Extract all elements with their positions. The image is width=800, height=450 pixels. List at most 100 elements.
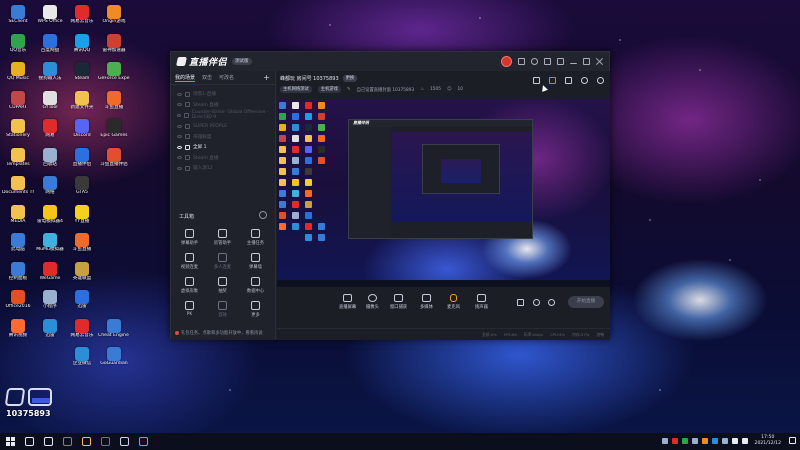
edit-icon[interactable]: ✎ <box>347 87 351 92</box>
scene-item[interactable]: Counter-Strike: Global Offensive - Direc… <box>177 110 271 121</box>
lock-icon[interactable] <box>185 123 190 129</box>
desktop-icon[interactable]: MuMu模拟器 <box>34 232 66 261</box>
desktop-icon[interactable]: Templates <box>2 147 34 176</box>
minimize-icon[interactable] <box>570 60 577 64</box>
desktop-icon[interactable]: Documents Themes 14 <box>2 175 34 204</box>
tray-icon[interactable] <box>661 437 668 444</box>
lock-icon[interactable] <box>185 165 190 171</box>
lock-icon[interactable] <box>184 112 189 118</box>
scene-item[interactable]: 场景1-直播 <box>177 89 271 100</box>
tray-icon[interactable] <box>731 437 738 444</box>
desktop-icon[interactable]: Discord <box>66 118 98 147</box>
lock-icon[interactable] <box>185 91 190 97</box>
desktop-icon[interactable]: 斗鱼直播 <box>66 232 98 261</box>
tray-icon[interactable] <box>711 437 718 444</box>
share-icon[interactable] <box>597 77 604 84</box>
desktop-icon[interactable]: 英雄联盟 <box>66 261 98 290</box>
source-window-button[interactable]: 窗口捕获 <box>390 294 407 310</box>
change-room-button[interactable]: 更换 <box>342 75 358 82</box>
scene-item[interactable]: Steam 直播 <box>177 153 271 164</box>
eye-icon[interactable] <box>177 156 182 160</box>
desktop-icon[interactable]: GeForce Experience <box>98 61 130 90</box>
desktop-icon[interactable]: 此电脑 <box>2 232 34 261</box>
desktop-icon[interactable]: Office2016 <box>2 289 34 318</box>
speaker-button[interactable]: 扬声器 <box>475 294 488 310</box>
eye-icon[interactable] <box>177 124 182 128</box>
screenshot-icon[interactable] <box>565 77 572 84</box>
desktop-icon[interactable]: 迅雷 <box>66 289 98 318</box>
version-badge[interactable]: 测试版 <box>232 58 252 65</box>
scene-item[interactable]: Steam 直播 <box>177 100 271 111</box>
desktop-icon[interactable]: WPS Office <box>34 4 66 33</box>
add-scene-button[interactable]: + <box>263 73 270 82</box>
lock-icon[interactable] <box>185 134 190 140</box>
desktop-icon[interactable]: 雷电模拟器4 <box>34 204 66 233</box>
desktop-icon[interactable]: CUPART <box>2 90 34 119</box>
scene-item[interactable]: SUPER PEOPLE <box>177 121 271 132</box>
desktop-icon[interactable]: 网易云音乐 <box>66 4 98 33</box>
tool-button[interactable]: 弹幕墙 <box>239 253 272 277</box>
desktop-icon[interactable]: 网易 <box>34 118 66 147</box>
notice-bar[interactable]: 礼包任务、点歌和多功能开放中，看看再说 <box>175 330 273 336</box>
record-icon[interactable] <box>517 299 524 306</box>
desktop-icon[interactable]: Steam <box>66 61 98 90</box>
tray-icon[interactable] <box>671 437 678 444</box>
lock-icon[interactable] <box>185 155 190 161</box>
layout-icon[interactable] <box>533 77 540 84</box>
tag-pill[interactable]: 主机网络测试 <box>280 86 312 93</box>
source-screen-button[interactable]: 直播屏幕 <box>339 294 356 310</box>
user-avatar[interactable] <box>501 56 512 67</box>
scene-item[interactable]: 输入源12 <box>177 163 271 174</box>
close-icon[interactable] <box>596 58 603 65</box>
start-icon[interactable] <box>6 437 15 446</box>
notification-icon[interactable] <box>789 437 796 445</box>
desktop-icon[interactable]: SEClient <box>2 4 34 33</box>
desktop-icon[interactable]: GoGuardian <box>98 346 130 375</box>
stream-preview[interactable]: 直播伴侣 <box>277 99 610 287</box>
search-icon[interactable] <box>25 437 34 446</box>
message-icon[interactable] <box>544 58 551 65</box>
clock[interactable]: 17:50 2021/12/12 <box>755 435 781 446</box>
desktop-icon[interactable]: Cheat Engine 7.2 <box>98 318 130 347</box>
gift-icon[interactable] <box>518 58 525 65</box>
help-icon[interactable] <box>531 58 538 65</box>
app-icon[interactable] <box>139 437 148 446</box>
tool-button[interactable]: 主播任务 <box>239 229 272 253</box>
desktop-icon[interactable]: QQ音乐 <box>2 33 34 62</box>
desktop-icon[interactable]: 直播伴侣 <box>66 147 98 176</box>
tool-button[interactable]: 音效 <box>206 301 239 325</box>
source-media-button[interactable]: 多媒体 <box>420 294 433 310</box>
tray-icon[interactable] <box>691 437 698 444</box>
desktop-icon[interactable]: 斗鱼直播伴侣 <box>98 147 130 176</box>
tool-button[interactable]: 视频连麦 <box>173 253 206 277</box>
desktop-icon[interactable]: Stationery <box>2 118 34 147</box>
desktop-icon[interactable]: 企业微信 <box>66 346 98 375</box>
desktop-icon[interactable]: 迅雷 <box>34 318 66 347</box>
task-view-icon[interactable] <box>44 437 53 446</box>
desktop-icon[interactable]: MEDIA <box>2 204 34 233</box>
tray-icon[interactable] <box>741 437 748 444</box>
tray-icon[interactable] <box>701 437 708 444</box>
desktop-icon[interactable]: 控制面板 <box>2 261 34 290</box>
desktop-icon[interactable]: 斗鱼直播 <box>98 90 130 119</box>
eye-icon[interactable] <box>177 103 182 107</box>
tab-my-scenes[interactable]: 我的场景 <box>175 74 196 82</box>
desktop-icon[interactable]: 小程序 <box>34 289 66 318</box>
desktop-icon[interactable]: Origin游戏 <box>98 4 130 33</box>
tab-double-click[interactable]: 双击 <box>202 74 212 81</box>
chrome-icon[interactable] <box>101 437 110 446</box>
desktop-icon[interactable]: 腾讯QQ <box>66 33 98 62</box>
desktop-icon[interactable]: 腾讯视频 <box>2 318 34 347</box>
eye-icon[interactable] <box>177 92 182 96</box>
tag-pill[interactable]: 主机游戏 <box>317 86 341 93</box>
menu-icon[interactable] <box>557 58 564 65</box>
maximize-icon[interactable] <box>583 58 590 65</box>
tool-button[interactable]: 房管助手 <box>206 229 239 253</box>
eye-icon[interactable] <box>177 166 182 170</box>
timer-icon[interactable] <box>533 299 540 306</box>
tool-button[interactable]: 多人连麦 <box>206 253 239 277</box>
desktop-icon[interactable]: 搜狗输入法 <box>34 61 66 90</box>
desktop-icon[interactable]: 回收站 <box>34 147 66 176</box>
scene-item[interactable]: 全屏 1 <box>177 142 271 153</box>
bell-icon[interactable] <box>581 77 588 84</box>
